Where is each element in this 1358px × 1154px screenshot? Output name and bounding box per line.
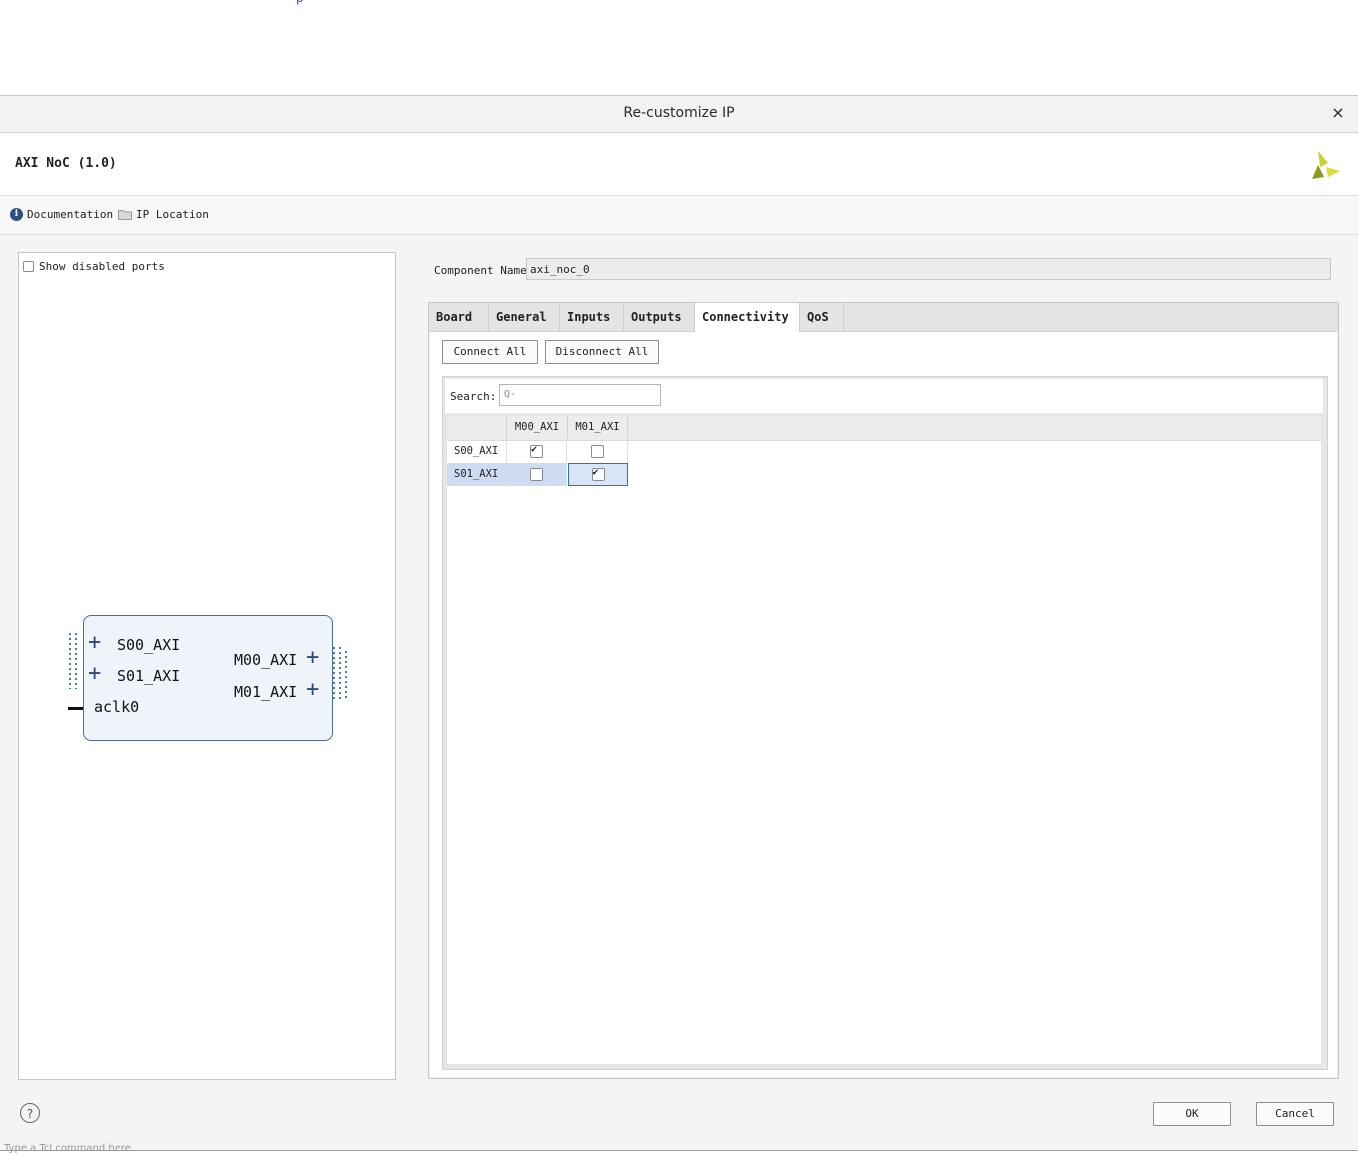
tab-outputs[interactable]: Outputs: [624, 303, 695, 331]
ip-location-link[interactable]: IP Location: [118, 208, 209, 221]
connect-all-button[interactable]: Connect All: [442, 340, 538, 364]
help-icon[interactable]: ?: [20, 1103, 40, 1123]
re-customize-ip-dialog: Re-customize IP × AXI NoC (1.0) i Docume…: [0, 95, 1358, 1151]
checkbox-unchecked[interactable]: [530, 468, 543, 481]
port-s00-axi: S00_AXI: [117, 636, 181, 654]
dialog-titlebar: Re-customize IP ×: [0, 96, 1358, 133]
search-row: Search: Q-: [445, 379, 1323, 413]
left-bus-connector: [69, 633, 77, 689]
ip-location-label: IP Location: [136, 208, 209, 221]
tab-qos[interactable]: QoS: [800, 303, 844, 331]
search-icon: Q-: [504, 389, 517, 400]
plus-icon[interactable]: +: [88, 632, 101, 654]
axi-noc-block: + S00_AXI + S01_AXI aclk0 M00_AXI + M01_…: [83, 615, 333, 741]
show-disabled-ports-checkbox[interactable]: [23, 261, 34, 272]
tab-board[interactable]: Board: [429, 303, 489, 331]
show-disabled-ports-option[interactable]: Show disabled ports: [23, 260, 165, 273]
checkbox-unchecked[interactable]: [591, 445, 604, 458]
cancel-button[interactable]: Cancel: [1256, 1102, 1334, 1126]
component-name-label: Component Name: [434, 264, 527, 277]
config-tabs-panel: Board General Inputs Outputs Connectivit…: [428, 302, 1339, 1079]
dialog-title: Re-customize IP: [623, 105, 735, 121]
corner-header: [447, 416, 507, 439]
plus-icon[interactable]: +: [306, 647, 319, 669]
ip-header: AXI NoC (1.0): [0, 133, 1358, 196]
cell-s00-m00[interactable]: [507, 440, 567, 463]
documentation-link[interactable]: i Documentation: [10, 208, 113, 221]
search-input[interactable]: Q-: [499, 384, 661, 406]
info-icon: i: [10, 208, 23, 221]
component-name-field[interactable]: axi_noc_0: [526, 258, 1331, 280]
ip-links-bar: i Documentation IP Location: [0, 196, 1358, 235]
column-header-m00-axi[interactable]: M00_AXI: [507, 416, 568, 439]
right-bus-connector: [333, 647, 347, 701]
grid-header: M00_AXI M01_AXI: [447, 416, 1321, 441]
plus-icon[interactable]: +: [306, 679, 319, 701]
ip-name: AXI NoC (1.0): [15, 156, 117, 171]
port-m01-axi: M01_AXI: [234, 683, 298, 701]
tab-bar: Board General Inputs Outputs Connectivit…: [429, 303, 1338, 332]
column-header-m01-axi[interactable]: M01_AXI: [568, 416, 628, 439]
close-icon[interactable]: ×: [1328, 103, 1348, 123]
connectivity-matrix-box: Search: Q- M00_AXI M01_AXI S00_AXI ✔ S01…: [442, 376, 1328, 1070]
checkbox-checked[interactable]: [530, 444, 543, 458]
cell-s01-m00[interactable]: [507, 463, 567, 486]
row-header-s01-axi: S01_AXI: [447, 463, 507, 486]
table-row: S01_AXI: [447, 463, 628, 486]
ok-button[interactable]: OK: [1153, 1102, 1231, 1126]
connectivity-grid: M00_AXI M01_AXI S00_AXI S01_AXI: [447, 416, 1321, 1064]
search-label: Search:: [450, 390, 497, 403]
background-link-fragment: p: [296, 0, 304, 5]
tab-connectivity[interactable]: Connectivity: [695, 303, 800, 332]
checkbox-checked[interactable]: [591, 467, 605, 481]
folder-icon: [118, 210, 132, 220]
cell-s01-m01[interactable]: [568, 463, 628, 486]
table-row: S00_AXI: [447, 440, 628, 463]
tab-inputs[interactable]: Inputs: [560, 303, 624, 331]
plus-icon[interactable]: +: [88, 663, 101, 685]
port-m00-axi: M00_AXI: [234, 651, 298, 669]
block-preview-panel: Show disabled ports + S00_AXI + S01_AXI …: [18, 252, 396, 1080]
cell-s00-m01[interactable]: [568, 440, 628, 463]
show-disabled-ports-label: Show disabled ports: [39, 260, 165, 273]
xilinx-logo-icon: [1312, 151, 1340, 179]
documentation-label: Documentation: [27, 208, 114, 221]
row-header-s00-axi: S00_AXI: [447, 440, 507, 463]
port-s01-axi: S01_AXI: [117, 667, 181, 685]
connectivity-tab-content: Connect All Disconnect All Search: Q- M0…: [430, 332, 1337, 1077]
clock-port-line: [68, 707, 84, 710]
port-aclk0: aclk0: [94, 698, 140, 716]
tcl-console-hint: Type a Tcl command here: [4, 1143, 131, 1154]
disconnect-all-button[interactable]: Disconnect All: [545, 340, 659, 364]
tab-general[interactable]: General: [489, 303, 560, 331]
